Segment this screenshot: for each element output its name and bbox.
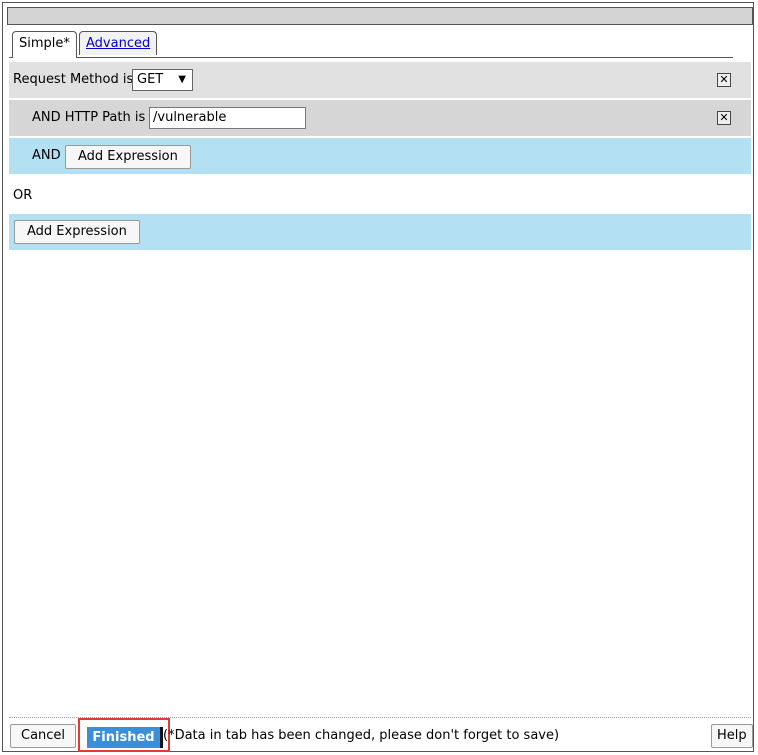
http-path-value: /vulnerable	[153, 110, 227, 125]
rule-editor-dialog: Simple* Advanced Request Method is GET ▼…	[2, 2, 754, 752]
and-row: AND Add Expression	[9, 138, 751, 174]
cancel-button[interactable]: Cancel	[10, 724, 77, 748]
add-and-expression-button[interactable]: Add Expression	[65, 145, 191, 169]
footer-bar: Cancel Finished (*Data in tab has been c…	[9, 717, 753, 752]
unsaved-changes-message: (*Data in tab has been changed, please d…	[163, 728, 560, 743]
tab-advanced[interactable]: Advanced	[79, 31, 158, 55]
finished-button[interactable]: Finished	[87, 727, 163, 748]
condition-row-method: Request Method is GET ▼ ✕	[9, 62, 751, 98]
condition-row-path: AND HTTP Path is /vulnerable ✕	[9, 100, 751, 136]
http-path-input[interactable]: /vulnerable	[149, 107, 306, 129]
tab-simple-label: Simple*	[19, 36, 70, 51]
finished-highlight: Finished	[78, 718, 170, 752]
dropdown-arrow-icon: ▼	[178, 74, 186, 85]
remove-path-condition-icon[interactable]: ✕	[717, 111, 731, 125]
request-method-select[interactable]: GET ▼	[132, 69, 193, 91]
add-or-expression-button[interactable]: Add Expression	[14, 220, 140, 244]
or-row: Add Expression	[9, 214, 751, 250]
tab-simple[interactable]: Simple*	[12, 31, 77, 58]
request-method-value: GET	[137, 72, 164, 87]
help-button[interactable]: Help	[711, 724, 753, 748]
title-bar	[7, 7, 753, 25]
request-method-label: Request Method is	[13, 72, 134, 87]
tab-advanced-label[interactable]: Advanced	[86, 36, 150, 51]
and-label: AND	[32, 148, 61, 163]
remove-method-condition-icon[interactable]: ✕	[717, 73, 731, 87]
http-path-label: AND HTTP Path is	[32, 110, 146, 125]
tab-bar: Simple* Advanced	[9, 31, 733, 58]
or-label: OR	[13, 188, 33, 203]
